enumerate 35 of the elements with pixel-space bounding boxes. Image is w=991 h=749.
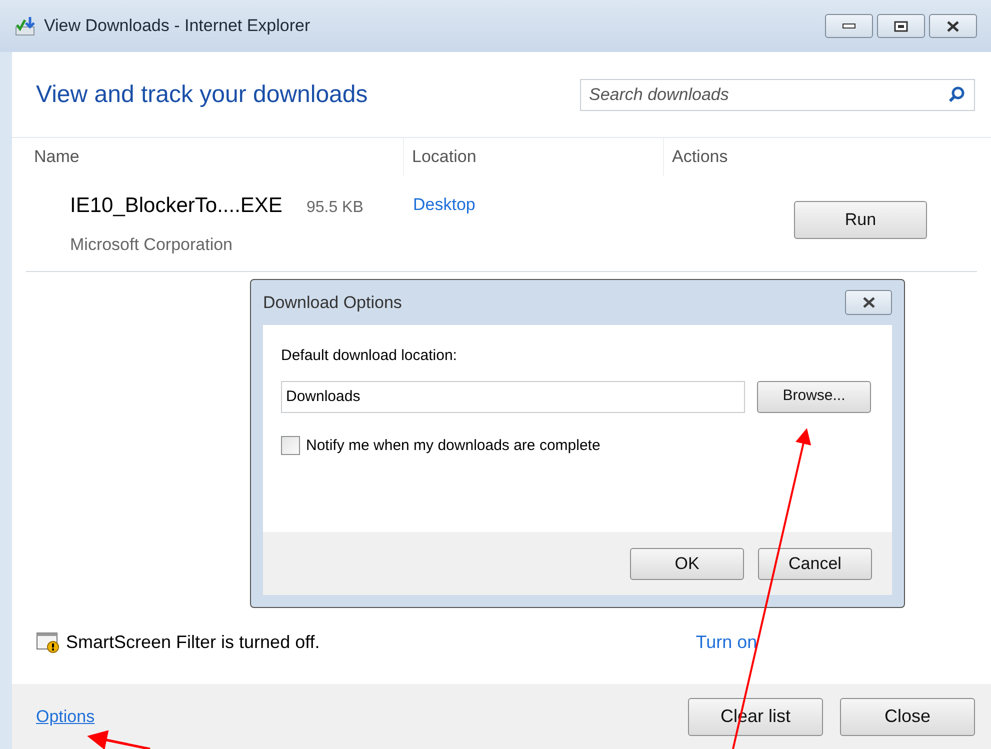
close-icon <box>862 297 876 308</box>
column-header: Actions <box>672 146 728 168</box>
annotation-arrow <box>87 730 150 749</box>
dialog-title: Download Options <box>263 292 402 314</box>
minimize-icon <box>842 23 856 29</box>
turn-on-link[interactable]: Turn on <box>696 628 758 656</box>
column-header: Name <box>34 146 80 168</box>
smartscreen-message: SmartScreen Filter is turned off. <box>66 630 320 654</box>
dialog-button[interactable]: Cancel <box>758 548 872 580</box>
dialog-button[interactable]: OK <box>630 548 744 580</box>
checkbox[interactable] <box>281 436 300 456</box>
window-title: View Downloads - Internet Explorer <box>44 15 310 38</box>
close-button[interactable] <box>845 290 892 315</box>
publisher-name: Microsoft Corporation <box>70 234 234 256</box>
location-field[interactable]: Downloads <box>281 380 745 412</box>
minimize-button[interactable] <box>825 14 873 38</box>
column-header: Location <box>412 146 476 168</box>
browse-button[interactable]: Browse... <box>757 380 871 412</box>
close-icon <box>946 20 960 32</box>
checkbox-label: Notify me when my downloads are complete <box>306 436 600 456</box>
location-link[interactable]: Desktop <box>413 192 476 218</box>
maximize-button[interactable] <box>877 14 925 38</box>
file-name: IE10_BlockerTo....EXE <box>70 193 282 219</box>
location-label: Default download location: <box>281 346 458 366</box>
shield-warning-icon <box>36 631 60 653</box>
file-size: 95.5 KB <box>306 198 364 218</box>
download-icon <box>14 15 38 37</box>
page-heading: View and track your downloads <box>36 80 368 110</box>
search-icon <box>948 86 966 104</box>
options-link[interactable]: Options <box>36 704 95 730</box>
search-field[interactable]: Search downloads <box>580 78 975 110</box>
maximize-icon <box>894 20 908 32</box>
run-button[interactable]: Run <box>794 201 927 239</box>
close-button[interactable] <box>929 14 977 38</box>
footer-button[interactable]: Close <box>840 698 975 736</box>
